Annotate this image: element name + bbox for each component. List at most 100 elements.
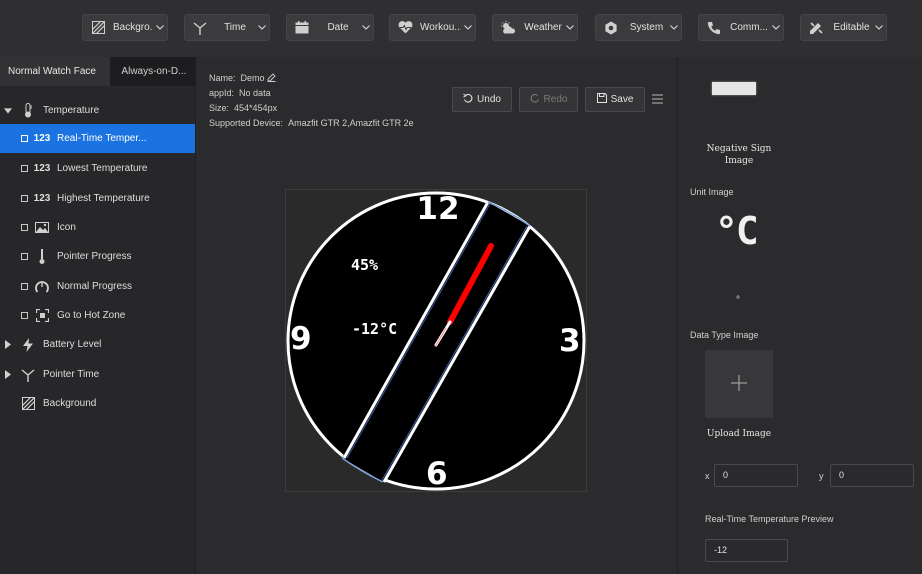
tab-normal-watch-face[interactable]: Normal Watch Face bbox=[0, 57, 111, 86]
tree-item-label: Icon bbox=[57, 222, 76, 233]
humidity-value: 45% bbox=[351, 256, 379, 274]
name-label: Name: bbox=[209, 73, 236, 83]
upload-image-box[interactable] bbox=[705, 350, 773, 418]
redo-icon bbox=[530, 93, 540, 106]
system-menu-label: System bbox=[629, 22, 664, 33]
gear-icon bbox=[596, 21, 626, 35]
chevron-down-icon bbox=[359, 25, 373, 30]
edit-icon[interactable] bbox=[267, 73, 276, 83]
chevron-down-icon bbox=[153, 25, 167, 30]
time-menu-label: Time bbox=[224, 22, 246, 33]
caret-right-icon[interactable] bbox=[4, 340, 12, 349]
tree-item-normal-progress[interactable]: Normal Progress bbox=[0, 272, 195, 301]
tree-item-real-time-temperature[interactable]: 123 Real-Time Temper... bbox=[0, 124, 195, 153]
communication-menu-button[interactable]: Comm... bbox=[698, 14, 784, 41]
hour-12-label: 12 bbox=[416, 191, 460, 227]
undo-button[interactable]: Undo bbox=[452, 87, 512, 112]
chevron-down-icon bbox=[667, 25, 681, 30]
checkbox[interactable] bbox=[21, 283, 28, 290]
workout-menu-button[interactable]: Workou... bbox=[389, 14, 476, 41]
caret-down-icon[interactable] bbox=[4, 107, 12, 114]
tree-item-pointer-progress[interactable]: Pointer Progress bbox=[0, 242, 195, 271]
background-menu-label: Backgro... bbox=[113, 22, 153, 33]
tree-item-lowest-temperature[interactable]: 123 Lowest Temperature bbox=[0, 154, 195, 183]
hour-9-label: 9 bbox=[290, 321, 312, 357]
top-toolbar: Backgro... Time Date Workou... Weather S bbox=[0, 0, 922, 57]
data-type-image-label: Data Type Image bbox=[690, 330, 759, 340]
undo-icon bbox=[463, 93, 473, 106]
weather-menu-button[interactable]: Weather bbox=[492, 14, 578, 41]
unit-image-label: Unit Image bbox=[690, 187, 734, 197]
editable-menu-label: Editable bbox=[833, 22, 870, 33]
tree-item-go-to-hot-zone[interactable]: Go to Hot Zone bbox=[0, 301, 195, 330]
save-icon bbox=[596, 93, 607, 106]
canvas-area: Name: Demo appId: No data Size: 454*454p… bbox=[196, 57, 677, 574]
tree-item-label: Pointer Progress bbox=[57, 251, 132, 262]
tree-item-label: Highest Temperature bbox=[57, 193, 150, 204]
background-icon bbox=[18, 397, 38, 410]
checkbox[interactable] bbox=[21, 165, 28, 172]
appid-label: appId: bbox=[209, 88, 235, 98]
background-menu-button[interactable]: Backgro... bbox=[82, 14, 168, 41]
y-input[interactable]: 0 bbox=[830, 464, 914, 487]
tree-item-label: Go to Hot Zone bbox=[57, 310, 126, 321]
number-123-icon: 123 bbox=[33, 133, 51, 144]
preview-label: Real-Time Temperature Preview bbox=[705, 514, 834, 524]
unit-image-preview[interactable]: °C bbox=[715, 209, 759, 253]
x-label: x bbox=[705, 471, 710, 481]
tree-item-background[interactable]: Background bbox=[0, 389, 195, 418]
project-info: Name: Demo appId: No data Size: 454*454p… bbox=[209, 71, 414, 131]
checkbox[interactable] bbox=[21, 253, 28, 260]
caret-right-icon[interactable] bbox=[4, 370, 12, 379]
watch-face-canvas[interactable]: 12 3 6 9 45% -12°C bbox=[285, 189, 587, 492]
checkbox[interactable] bbox=[21, 224, 28, 231]
size-value: 454*454px bbox=[234, 103, 278, 113]
workout-menu-label: Workou... bbox=[420, 22, 461, 33]
weather-icon bbox=[493, 21, 523, 34]
pointer-time-icon bbox=[18, 368, 38, 382]
tree-item-label: Normal Progress bbox=[57, 281, 133, 292]
watch-face-tabs: Normal Watch Face Always-on-D... bbox=[0, 57, 195, 86]
degree-glyph: ° bbox=[736, 295, 740, 306]
tree-item-label: Lowest Temperature bbox=[57, 163, 148, 174]
real-time-temperature-value: -12°C bbox=[352, 320, 398, 338]
layer-panel: Normal Watch Face Always-on-D... Tempera… bbox=[0, 57, 196, 574]
save-button[interactable]: Save bbox=[585, 87, 645, 112]
tree-item-icon[interactable]: Icon bbox=[0, 213, 195, 242]
negative-sign-image-preview[interactable] bbox=[712, 82, 756, 95]
chevron-down-icon bbox=[563, 25, 577, 30]
tree-item-highest-temperature[interactable]: 123 Highest Temperature bbox=[0, 184, 195, 213]
system-menu-button[interactable]: System bbox=[595, 14, 682, 41]
tab-always-on-display[interactable]: Always-on-D... bbox=[110, 57, 195, 86]
x-input[interactable]: 0 bbox=[714, 464, 798, 487]
properties-panel: Negative Sign Image Unit Image °C ° Data… bbox=[677, 57, 922, 574]
tree-group-battery-level[interactable]: Battery Level bbox=[0, 330, 195, 359]
checkbox[interactable] bbox=[21, 195, 28, 202]
temperature-preview-input[interactable]: -12 bbox=[705, 539, 788, 562]
editable-menu-button[interactable]: Editable bbox=[800, 14, 887, 41]
device-value: Amazfit GTR 2,Amazfit GTR 2e bbox=[288, 118, 414, 128]
date-menu-button[interactable]: Date bbox=[286, 14, 374, 41]
tree-group-temperature[interactable]: Temperature bbox=[0, 96, 195, 125]
redo-button[interactable]: Redo bbox=[519, 87, 578, 112]
checkbox[interactable] bbox=[21, 312, 28, 319]
hour-3-label: 3 bbox=[559, 323, 581, 359]
menu-icon[interactable] bbox=[652, 94, 663, 107]
communication-menu-label: Comm... bbox=[730, 22, 768, 33]
progress-arc-icon bbox=[32, 280, 52, 293]
appid-value: No data bbox=[239, 88, 271, 98]
calendar-icon bbox=[287, 21, 317, 34]
checkbox[interactable] bbox=[21, 135, 28, 142]
edit-tools-icon bbox=[801, 21, 831, 35]
tree-group-pointer-time[interactable]: Pointer Time bbox=[0, 360, 195, 389]
date-menu-label: Date bbox=[327, 22, 349, 33]
tree-group-label: Temperature bbox=[43, 105, 100, 116]
image-icon bbox=[32, 222, 52, 233]
chevron-down-icon bbox=[255, 25, 269, 30]
phone-icon bbox=[699, 21, 729, 35]
device-label: Supported Device: bbox=[209, 118, 284, 128]
tree-group-label: Pointer Time bbox=[43, 369, 100, 380]
time-menu-button[interactable]: Time bbox=[184, 14, 270, 41]
y-label: y bbox=[819, 471, 824, 481]
size-label: Size: bbox=[209, 103, 230, 113]
